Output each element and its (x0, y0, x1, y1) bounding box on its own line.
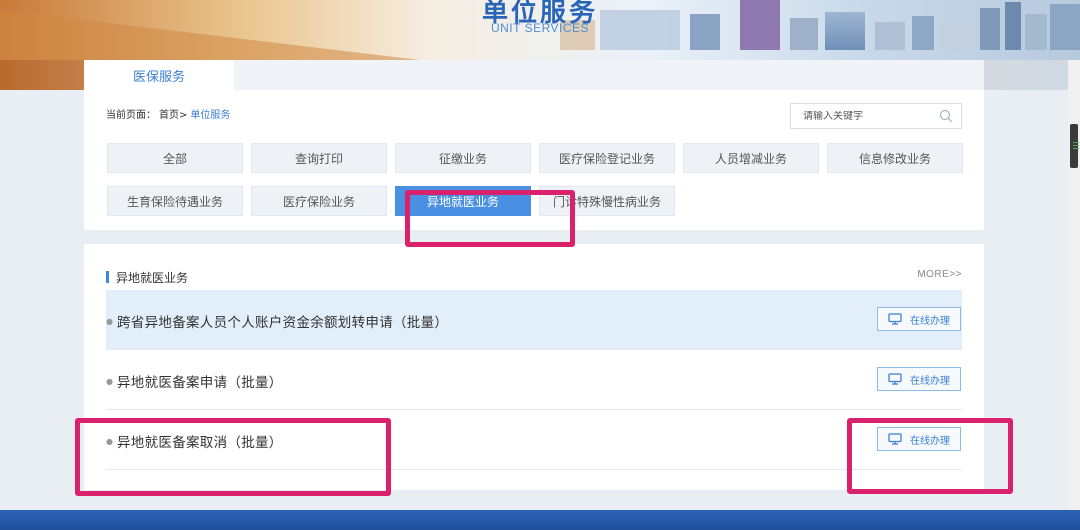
online-handle-button[interactable]: 在线办理 (877, 367, 961, 391)
search-icon[interactable] (939, 109, 953, 123)
category-info-modify[interactable]: 信息修改业务 (827, 143, 963, 173)
category-maternity[interactable]: 生育保险待遇业务 (107, 186, 243, 216)
scrollbar-grip (1073, 142, 1079, 143)
monitor-icon (888, 313, 902, 325)
banner-subtitle: UNIT SERVICES (490, 21, 590, 35)
category-all[interactable]: 全部 (107, 143, 243, 173)
list-item[interactable]: ● 异地就医备案申请（批量） 在线办理 (106, 350, 962, 410)
category-staff-change[interactable]: 人员增减业务 (683, 143, 819, 173)
scrollbar-thumb[interactable] (1070, 124, 1079, 168)
bullet-icon: ● (106, 317, 113, 326)
section-marker (106, 271, 109, 283)
list-item[interactable]: ● 跨省异地备案人员个人账户资金余额划转申请（批量） 在线办理 (106, 290, 962, 350)
section-header: 异地就医业务 MORE>> (106, 269, 962, 285)
search-input[interactable] (803, 110, 933, 122)
scrollbar-grip (1073, 148, 1079, 149)
annotation-box-item (75, 418, 391, 496)
online-handle-label: 在线办理 (910, 375, 950, 387)
category-medical-insurance[interactable]: 医疗保险业务 (251, 186, 387, 216)
breadcrumb: 当前页面： 首页> 单位服务 (106, 106, 230, 121)
category-query-print[interactable]: 查询打印 (251, 143, 387, 173)
tab-strip: 医保服务 (84, 60, 984, 90)
tab-medical-insurance[interactable]: 医保服务 (84, 60, 234, 90)
scrollbar[interactable] (1068, 60, 1080, 530)
footer-bar (0, 510, 1080, 530)
annotation-box-category (405, 190, 575, 247)
category-collection[interactable]: 征缴业务 (395, 143, 531, 173)
annotation-box-button (847, 418, 1013, 494)
list-item-title[interactable]: 跨省异地备案人员个人账户资金余额划转申请（批量） (117, 311, 448, 331)
section-title: 异地就医业务 (116, 271, 189, 285)
scrollbar-grip (1073, 145, 1079, 146)
breadcrumb-prefix: 当前页面： (106, 110, 156, 121)
search-box (790, 103, 962, 129)
monitor-icon (888, 373, 902, 385)
online-handle-label: 在线办理 (910, 315, 950, 327)
online-handle-button[interactable]: 在线办理 (877, 307, 961, 331)
more-link[interactable]: MORE>> (917, 269, 962, 280)
category-insurance-registration[interactable]: 医疗保险登记业务 (539, 143, 675, 173)
bullet-icon: ● (106, 377, 113, 386)
breadcrumb-home[interactable]: 首页> (159, 106, 187, 121)
breadcrumb-current[interactable]: 单位服务 (190, 106, 230, 121)
list-item-title[interactable]: 异地就医备案申请（批量） (117, 371, 283, 391)
